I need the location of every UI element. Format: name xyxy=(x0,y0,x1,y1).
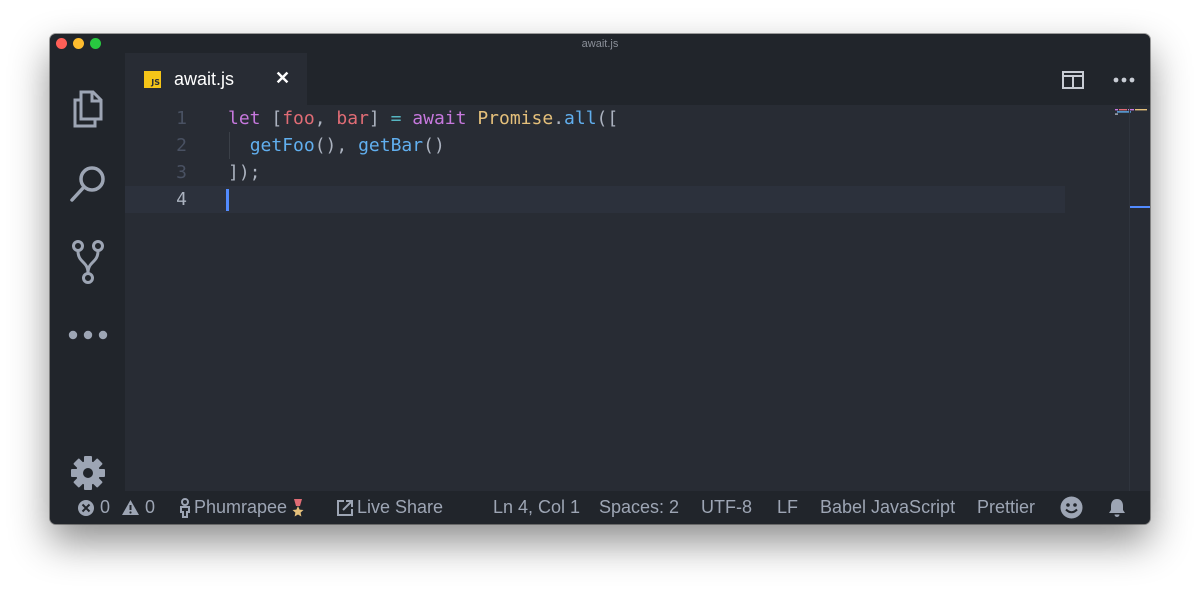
manage-button[interactable] xyxy=(50,455,125,491)
account-indicator[interactable]: Phumrapee xyxy=(179,491,304,524)
close-tab-icon[interactable]: ✕ xyxy=(275,68,290,89)
problems-indicator[interactable]: 0 0 xyxy=(77,491,155,524)
code-text: getFoo(), getBar() xyxy=(249,135,445,156)
warning-count: 0 xyxy=(145,497,156,517)
formatter-text: Prettier xyxy=(977,497,1036,517)
cursor-position-text: Ln 4, Col 1 xyxy=(493,497,581,517)
feedback-button[interactable] xyxy=(1060,491,1083,524)
more-actions-icon[interactable] xyxy=(1113,77,1135,83)
live-share-icon xyxy=(337,499,353,516)
indentation-text: Spaces: 2 xyxy=(599,497,680,517)
javascript-file-icon: JS xyxy=(144,71,161,88)
language-mode-text: Babel JavaScript xyxy=(820,497,956,517)
bell-icon xyxy=(1109,498,1125,517)
files-icon xyxy=(73,90,102,128)
language-mode-indicator[interactable]: Babel JavaScript xyxy=(820,491,955,524)
activity-bar xyxy=(50,53,125,491)
line-ending-text: LF xyxy=(777,497,799,517)
medal-icon xyxy=(292,498,304,516)
search-icon xyxy=(69,166,105,202)
code-line-current[interactable]: 4 xyxy=(125,186,1065,213)
encoding-text: UTF-8 xyxy=(701,497,752,517)
line-number: 1 xyxy=(176,108,187,129)
line-number: 2 xyxy=(176,135,187,156)
code-editor[interactable]: 1 let [foo, bar] = await Promise.all([ 2… xyxy=(125,105,1150,491)
code-text: ]); xyxy=(228,162,261,183)
maximize-window-button[interactable] xyxy=(90,38,101,49)
encoding-indicator[interactable]: UTF-8 xyxy=(701,491,752,524)
line-number: 3 xyxy=(176,162,187,183)
gear-icon xyxy=(70,456,105,490)
cursor-position-marker xyxy=(1130,206,1150,208)
account-name: Phumrapee xyxy=(194,497,288,517)
vertical-scrollbar[interactable] xyxy=(1129,105,1150,491)
tab-await-js[interactable]: JS await.js ✕ xyxy=(125,53,307,105)
code-line[interactable]: 1 let [foo, bar] = await Promise.all([ xyxy=(125,105,1065,132)
window-title: await.js xyxy=(581,38,619,50)
explorer-button[interactable] xyxy=(50,89,125,129)
text-cursor xyxy=(226,189,229,211)
close-window-button[interactable] xyxy=(56,38,67,49)
minimize-window-button[interactable] xyxy=(73,38,84,49)
cursor-position-indicator[interactable]: Ln 4, Col 1 xyxy=(493,491,580,524)
code-line[interactable]: 2 getFoo(), getBar() xyxy=(125,132,1065,159)
live-share-button[interactable]: Live Share xyxy=(336,491,443,524)
smiley-icon xyxy=(1060,496,1083,519)
code-text: let [foo, bar] = await Promise.all([ xyxy=(228,108,619,129)
tab-label: await.js xyxy=(174,69,235,89)
formatter-indicator[interactable]: Prettier xyxy=(977,491,1035,524)
tab-bar: JS await.js ✕ xyxy=(125,53,1150,105)
search-button[interactable] xyxy=(50,164,125,204)
error-count: 0 xyxy=(100,497,111,517)
more-icon xyxy=(68,330,107,340)
error-icon xyxy=(78,499,94,516)
title-bar: await.js xyxy=(50,34,1150,53)
live-share-label: Live Share xyxy=(357,497,444,517)
source-control-button[interactable] xyxy=(50,239,125,285)
person-icon xyxy=(180,497,190,518)
more-button[interactable] xyxy=(50,329,125,341)
line-ending-indicator[interactable]: LF xyxy=(777,491,798,524)
split-editor-icon[interactable] xyxy=(1062,71,1084,89)
status-bar: 0 0 Phumrapee Live Share Ln 4, Col 1 Spa… xyxy=(50,491,1150,524)
source-control-icon xyxy=(71,240,104,284)
line-number: 4 xyxy=(176,189,187,210)
notifications-button[interactable] xyxy=(1107,491,1127,524)
indentation-indicator[interactable]: Spaces: 2 xyxy=(599,491,679,524)
code-line[interactable]: 3 ]); xyxy=(125,159,1065,186)
warning-icon xyxy=(122,500,140,515)
editor-window: await.js JS await.js ✕ 1 let [foo, bar] … xyxy=(50,34,1150,524)
